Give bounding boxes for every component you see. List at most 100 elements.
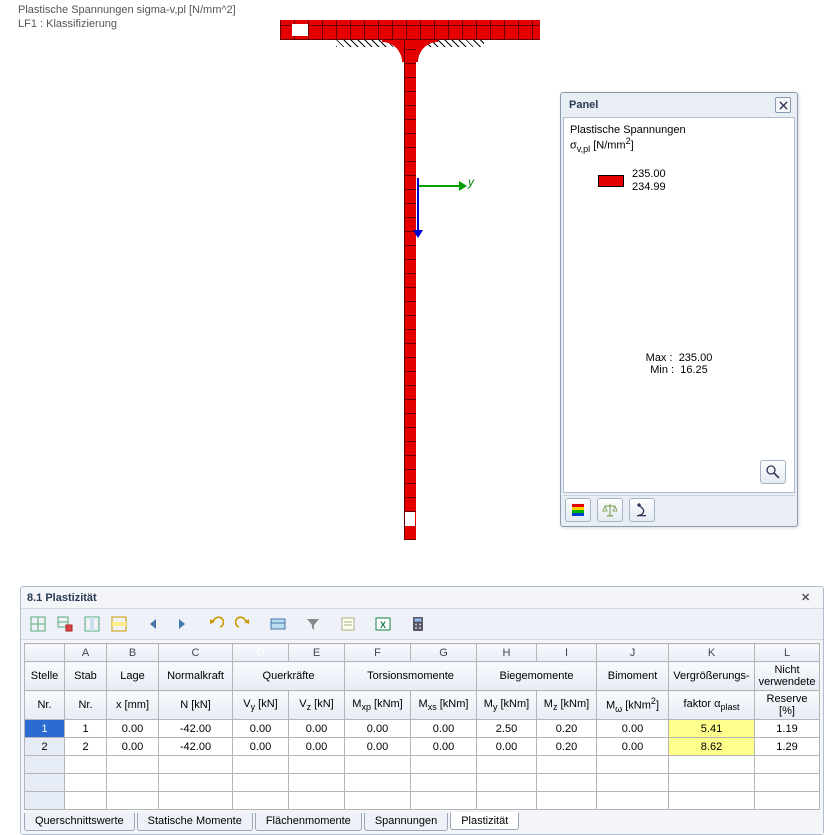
panel-close-button[interactable] [775, 97, 791, 113]
cell[interactable]: 0.00 [345, 720, 411, 738]
sub-header[interactable]: Reserve [%] [755, 691, 820, 720]
cross-section-graphic: y [280, 20, 540, 550]
cell [477, 792, 537, 810]
tb-undo[interactable] [204, 613, 228, 635]
cell[interactable]: 0.00 [233, 720, 289, 738]
col-letter[interactable]: L [755, 644, 820, 662]
group-header[interactable]: Vergrößerungs- [669, 662, 755, 691]
balance-button[interactable] [597, 498, 623, 522]
cell[interactable]: 0.00 [597, 720, 669, 738]
cell[interactable]: 0.00 [289, 720, 345, 738]
table-panel-close[interactable]: ✕ [801, 591, 817, 604]
sub-header[interactable]: Vy [kN] [233, 691, 289, 720]
cell[interactable]: 0.00 [477, 738, 537, 756]
tab-flächenmomente[interactable]: Flächenmomente [255, 813, 362, 831]
tab-spannungen[interactable]: Spannungen [364, 813, 448, 831]
sub-header[interactable]: Mz [kNm] [537, 691, 597, 720]
cell[interactable]: 1 [65, 720, 107, 738]
tb-grid4[interactable] [107, 613, 131, 635]
sub-header[interactable]: Mxs [kNm] [411, 691, 477, 720]
cell[interactable]: -42.00 [159, 738, 233, 756]
tb-view[interactable] [266, 613, 290, 635]
tb-options[interactable] [336, 613, 360, 635]
cell[interactable]: 0.00 [411, 738, 477, 756]
col-letter[interactable]: E [289, 644, 345, 662]
group-header[interactable]: Torsionsmomente [345, 662, 477, 691]
tb-filter[interactable] [301, 613, 325, 635]
tab-querschnittswerte[interactable]: Querschnittswerte [24, 813, 135, 831]
legend-panel[interactable]: Panel Plastische Spannungen σv,pl [N/mm2… [560, 92, 798, 527]
col-letter[interactable]: C [159, 644, 233, 662]
cell[interactable]: 5.41 [669, 720, 755, 738]
color-bars-icon [570, 502, 586, 518]
col-letter[interactable]: D [233, 644, 289, 662]
cell[interactable]: 0.00 [107, 720, 159, 738]
sub-header[interactable]: N [kN] [159, 691, 233, 720]
stress-void [405, 512, 415, 526]
cell [233, 792, 289, 810]
cell[interactable]: 0.20 [537, 720, 597, 738]
cell[interactable]: 1.19 [755, 720, 820, 738]
col-letter[interactable]: I [537, 644, 597, 662]
cell[interactable]: -42.00 [159, 720, 233, 738]
cell[interactable]: 0.20 [537, 738, 597, 756]
sub-header[interactable]: Nr. [65, 691, 107, 720]
cell[interactable]: 0.00 [233, 738, 289, 756]
group-header[interactable]: Nicht verwendete [755, 662, 820, 691]
group-header[interactable]: Lage [107, 662, 159, 691]
table-row[interactable]: 110.00-42.000.000.000.000.002.500.200.00… [25, 720, 820, 738]
table-panel-header[interactable]: 8.1 Plastizität ✕ [21, 587, 823, 609]
tb-next[interactable] [169, 613, 193, 635]
sub-header[interactable]: Nr. [25, 691, 65, 720]
cell[interactable]: 0.00 [345, 738, 411, 756]
tab-statische-momente[interactable]: Statische Momente [137, 813, 253, 831]
cell [159, 774, 233, 792]
data-grid[interactable]: ABCDEFGHIJKL StelleStabLageNormalkraftQue… [24, 643, 820, 810]
group-header[interactable]: Querkräfte [233, 662, 345, 691]
tb-grid1[interactable] [26, 613, 50, 635]
col-letter[interactable]: A [65, 644, 107, 662]
tab-plastizität[interactable]: Plastizität [450, 812, 519, 830]
group-header[interactable]: Bimoment [597, 662, 669, 691]
row-header[interactable]: 1 [25, 720, 65, 738]
col-letter[interactable]: F [345, 644, 411, 662]
zoom-button[interactable] [760, 460, 786, 484]
row-header[interactable]: 2 [25, 738, 65, 756]
sub-header[interactable]: x [mm] [107, 691, 159, 720]
col-letter[interactable]: G [411, 644, 477, 662]
sub-header[interactable]: faktor αplast [669, 691, 755, 720]
microscope-button[interactable] [629, 498, 655, 522]
tb-grid3[interactable] [80, 613, 104, 635]
col-letter[interactable] [25, 644, 65, 662]
group-header[interactable]: Stelle [25, 662, 65, 691]
sub-header[interactable]: Vz [kN] [289, 691, 345, 720]
col-letter[interactable]: J [597, 644, 669, 662]
tb-prev[interactable] [142, 613, 166, 635]
sub-header[interactable]: Mxp [kNm] [345, 691, 411, 720]
sub-header[interactable]: Mω [kNm2] [597, 691, 669, 720]
tb-calc[interactable] [406, 613, 430, 635]
cell[interactable]: 2 [65, 738, 107, 756]
cell[interactable]: 0.00 [289, 738, 345, 756]
cell[interactable]: 0.00 [597, 738, 669, 756]
cell[interactable]: 0.00 [411, 720, 477, 738]
group-header[interactable]: Stab [65, 662, 107, 691]
cell[interactable]: 0.00 [107, 738, 159, 756]
table-row[interactable]: 220.00-42.000.000.000.000.000.000.200.00… [25, 738, 820, 756]
cell [537, 756, 597, 774]
color-scale-button[interactable] [565, 498, 591, 522]
cell[interactable]: 8.62 [669, 738, 755, 756]
cell[interactable]: 2.50 [477, 720, 537, 738]
sub-header[interactable]: My [kNm] [477, 691, 537, 720]
balance-icon [602, 502, 618, 518]
group-header[interactable]: Biegemomente [477, 662, 597, 691]
cell[interactable]: 1.29 [755, 738, 820, 756]
col-letter[interactable]: K [669, 644, 755, 662]
col-letter[interactable]: B [107, 644, 159, 662]
col-letter[interactable]: H [477, 644, 537, 662]
tb-redo[interactable] [231, 613, 255, 635]
panel-header[interactable]: Panel [563, 95, 795, 117]
tb-excel[interactable]: X [371, 613, 395, 635]
group-header[interactable]: Normalkraft [159, 662, 233, 691]
tb-grid2[interactable] [53, 613, 77, 635]
